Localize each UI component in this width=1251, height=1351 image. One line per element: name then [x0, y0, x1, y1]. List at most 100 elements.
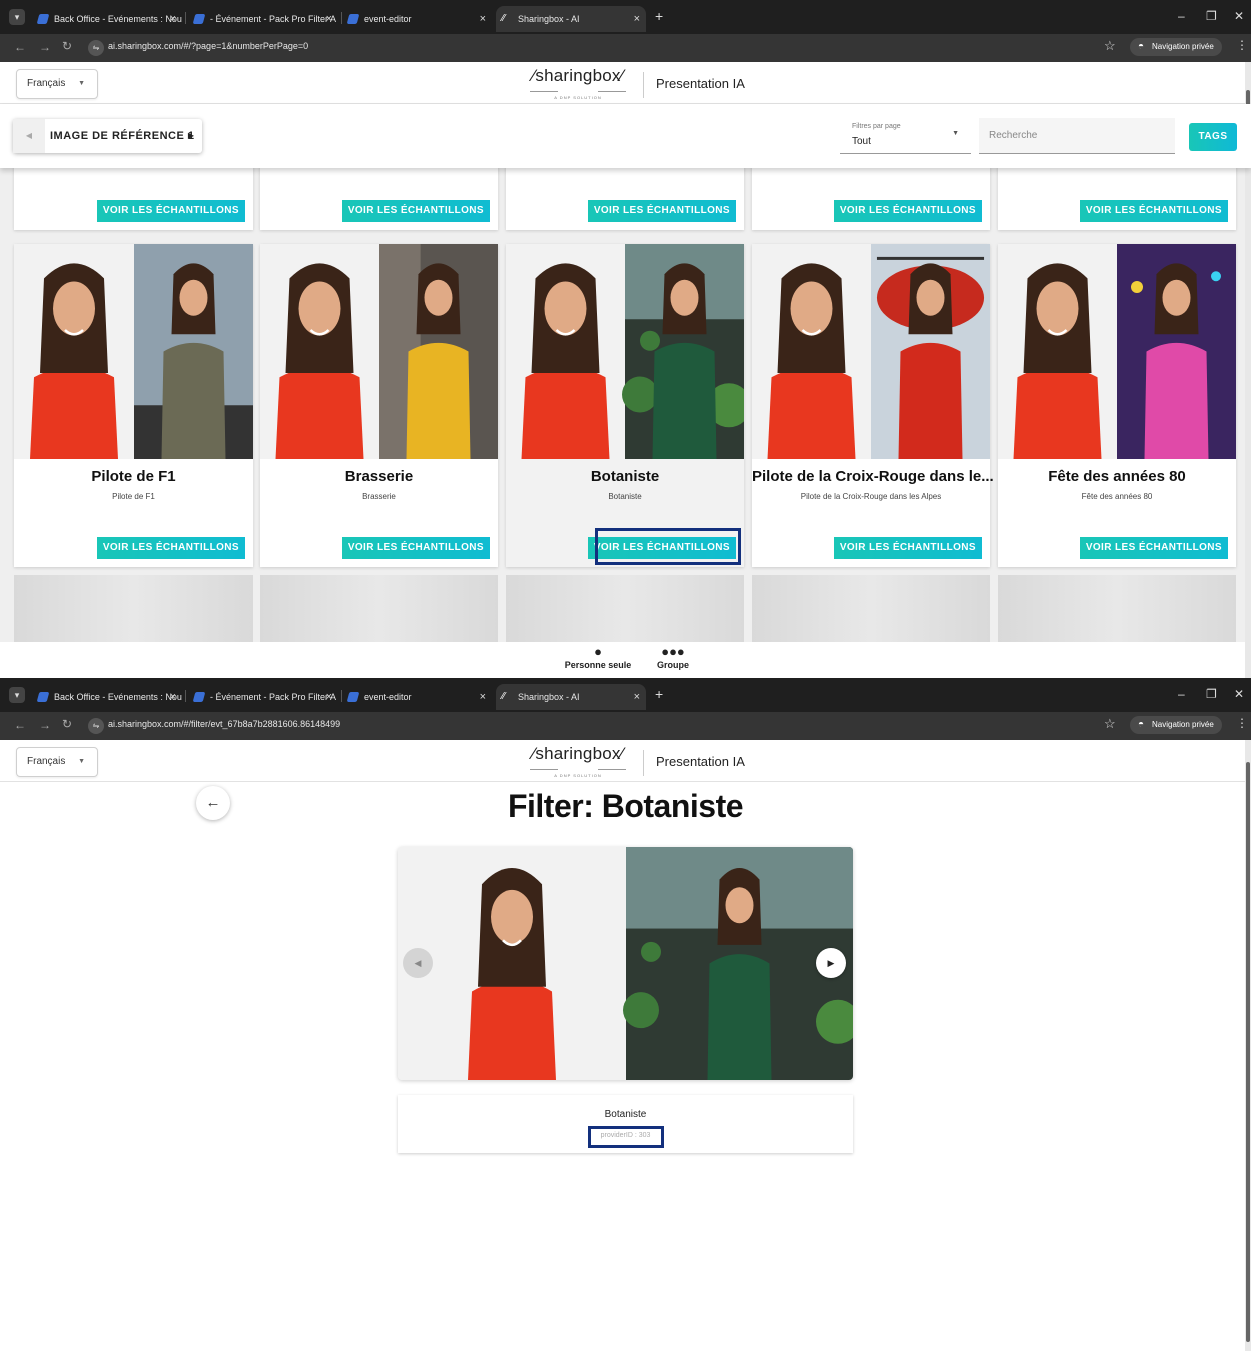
browser-menu-icon[interactable]: ⋮ [1236, 716, 1248, 730]
preview-illustration [998, 244, 1236, 459]
restore-icon[interactable]: ❐ [1206, 687, 1217, 701]
tab-label: event-editor [364, 692, 412, 702]
highlight-box [588, 1126, 664, 1148]
new-tab-button[interactable]: + [655, 686, 663, 702]
tab-label: Personne seule [564, 660, 632, 670]
browser-tab-event[interactable]: - Événement - Pack Pro Filter A × [188, 684, 338, 710]
browser-tab-sharingbox-ai[interactable]: ⁄⁄ Sharingbox - AI × [496, 6, 646, 32]
filters-per-page-select[interactable]: Filtres par page Tout ▼ [840, 118, 971, 154]
private-label: Navigation privée [1152, 720, 1214, 729]
view-samples-button[interactable]: VOIR LES ÉCHANTILLONS [833, 537, 982, 559]
browser-tab-event[interactable]: - Événement - Pack Pro Filter A × [188, 6, 338, 32]
minimize-icon[interactable]: – [1178, 9, 1185, 23]
tab-label: - Événement - Pack Pro Filter A [210, 14, 337, 24]
url-field[interactable]: ai.sharingbox.com/#/filter/evt_67b8a7b28… [108, 719, 340, 729]
bookmark-star-icon[interactable]: ☆ [1104, 38, 1116, 54]
previous-reference-button[interactable]: ◀ [13, 119, 45, 153]
view-samples-button[interactable]: VOIR LES ÉCHANTILLONS [1079, 537, 1228, 559]
filter-card-partial: VOIR LES ÉCHANTILLONS [506, 168, 744, 230]
view-samples-button[interactable]: VOIR LES ÉCHANTILLONS [96, 200, 245, 222]
bookmark-star-icon[interactable]: ☆ [1104, 716, 1116, 732]
browser-tab-sharingbox-ai[interactable]: ⁄⁄ Sharingbox - AI × [496, 684, 646, 710]
sharingbox-favicon-icon [192, 14, 206, 24]
view-samples-button[interactable]: VOIR LES ÉCHANTILLONS [1079, 200, 1228, 222]
chevron-down-icon: ▼ [78, 80, 85, 87]
filter-card-title: Brasserie [344, 468, 414, 485]
close-tab-icon[interactable]: × [170, 6, 176, 32]
filter-card-description: Botaniste [608, 492, 642, 501]
filters-per-page-value: Tout [852, 136, 871, 147]
next-reference-button[interactable]: ▶ [188, 119, 194, 153]
window-close-icon[interactable]: ✕ [1234, 9, 1244, 23]
logo-text: ⁄sharingbox⁄ [532, 744, 624, 763]
site-settings-icon[interactable]: ⇋ [88, 718, 104, 734]
url-field[interactable]: ai.sharingbox.com/#/?page=1&numberPerPag… [108, 41, 308, 51]
carousel-prev-button[interactable]: ◀ [403, 948, 433, 978]
restore-icon[interactable]: ❐ [1206, 9, 1217, 23]
search-input[interactable]: Recherche [979, 118, 1175, 154]
language-select[interactable]: Français ▼ [16, 69, 98, 99]
page-scrollbar[interactable] [1245, 740, 1251, 1351]
filter-card-brasserie[interactable]: Brasserie Brasserie VOIR LES ÉCHANTILLON… [260, 244, 498, 567]
sharingbox-logo: ⁄sharingbox⁄ A DNP SOLUTION [526, 66, 630, 100]
browser-tab-backoffice[interactable]: Back Office - Evénements : Nou × [32, 6, 182, 32]
filter-card-croix-rouge[interactable]: Pilote de la Croix-Rouge dans le... Pilo… [752, 244, 994, 567]
view-samples-button[interactable]: VOIR LES ÉCHANTILLONS [587, 200, 736, 222]
view-samples-button[interactable]: VOIR LES ÉCHANTILLONS [341, 537, 490, 559]
browser-menu-icon[interactable]: ⋮ [1236, 38, 1248, 52]
filter-card-annees-80[interactable]: Fête des années 80 Fête des années 80 VO… [998, 244, 1236, 567]
filter-heading: Filter: Botaniste [507, 788, 744, 824]
list-screenshot: ▾ Back Office - Evénements : Nou × - Évén… [0, 0, 1251, 678]
view-samples-button[interactable]: VOIR LES ÉCHANTILLONS [341, 200, 490, 222]
carousel-illustration [398, 847, 853, 1080]
browser-tab-event-editor[interactable]: event-editor × [342, 684, 492, 710]
bottom-tab-bar: ● Personne seule ●●● Groupe [0, 642, 1245, 678]
back-arrow-icon[interactable]: ← [14, 718, 26, 732]
forward-arrow-icon[interactable]: → [39, 40, 51, 54]
filter-name: Botaniste [604, 1109, 647, 1120]
incognito-icon: ◓ [1138, 41, 1145, 52]
language-select[interactable]: Français ▼ [16, 747, 98, 777]
browser-tab-event-editor[interactable]: event-editor × [342, 6, 492, 32]
carousel-next-button[interactable]: ▶ [816, 948, 846, 978]
new-tab-button[interactable]: + [655, 8, 663, 24]
filter-card-partial: VOIR LES ÉCHANTILLONS [752, 168, 990, 230]
filter-preview-image [260, 244, 498, 459]
close-tab-icon[interactable]: × [326, 684, 332, 710]
close-tab-icon[interactable]: × [170, 684, 176, 710]
browser-tab-backoffice[interactable]: Back Office - Evénements : Nou × [32, 684, 182, 710]
loading-placeholder [260, 575, 498, 642]
tab-single-person[interactable]: ● Personne seule [558, 644, 638, 670]
view-samples-button[interactable]: VOIR LES ÉCHANTILLONS [96, 537, 245, 559]
view-samples-button[interactable]: VOIR LES ÉCHANTILLONS [833, 200, 982, 222]
private-browsing-badge[interactable]: ◓ Navigation privée [1130, 38, 1222, 56]
close-tab-icon[interactable]: × [326, 6, 332, 32]
preview-illustration [260, 244, 498, 459]
scrollbar-thumb[interactable] [1246, 762, 1250, 1342]
filter-card-pilote-f1[interactable]: Pilote de F1 Pilote de F1 VOIR LES ÉCHAN… [14, 244, 253, 567]
filter-card-botaniste[interactable]: Botaniste Botaniste VOIR LES ÉCHANTILLON… [506, 244, 744, 567]
tags-button[interactable]: TAGS [1189, 123, 1237, 151]
filter-image-carousel[interactable] [398, 847, 853, 1080]
reference-image-pager: ◀ IMAGE DE RÉFÉRENCE 1 ▶ [13, 119, 202, 153]
close-tab-icon[interactable]: × [480, 6, 486, 32]
app-header: Français ▼ ⁄sharingbox⁄ A DNP SOLUTION Pr… [0, 62, 1251, 104]
reload-icon[interactable]: ↻ [62, 39, 72, 53]
forward-arrow-icon[interactable]: → [39, 718, 51, 732]
tab-group[interactable]: ●●● Groupe [648, 644, 698, 670]
reload-icon[interactable]: ↻ [62, 717, 72, 731]
close-tab-icon[interactable]: × [634, 6, 640, 32]
group-icon: ●●● [661, 644, 685, 659]
private-browsing-badge[interactable]: ◓ Navigation privée [1130, 716, 1222, 734]
close-tab-icon[interactable]: × [480, 684, 486, 710]
header-divider [643, 72, 644, 98]
window-close-icon[interactable]: ✕ [1234, 687, 1244, 701]
close-tab-icon[interactable]: × [634, 684, 640, 710]
preview-illustration [506, 244, 744, 459]
minimize-icon[interactable]: – [1178, 687, 1185, 701]
tab-search-icon[interactable]: ▾ [9, 687, 25, 703]
tab-search-icon[interactable]: ▾ [9, 9, 25, 25]
back-arrow-icon[interactable]: ← [14, 40, 26, 54]
filter-card-description: Brasserie [362, 492, 396, 501]
site-settings-icon[interactable]: ⇋ [88, 40, 104, 56]
